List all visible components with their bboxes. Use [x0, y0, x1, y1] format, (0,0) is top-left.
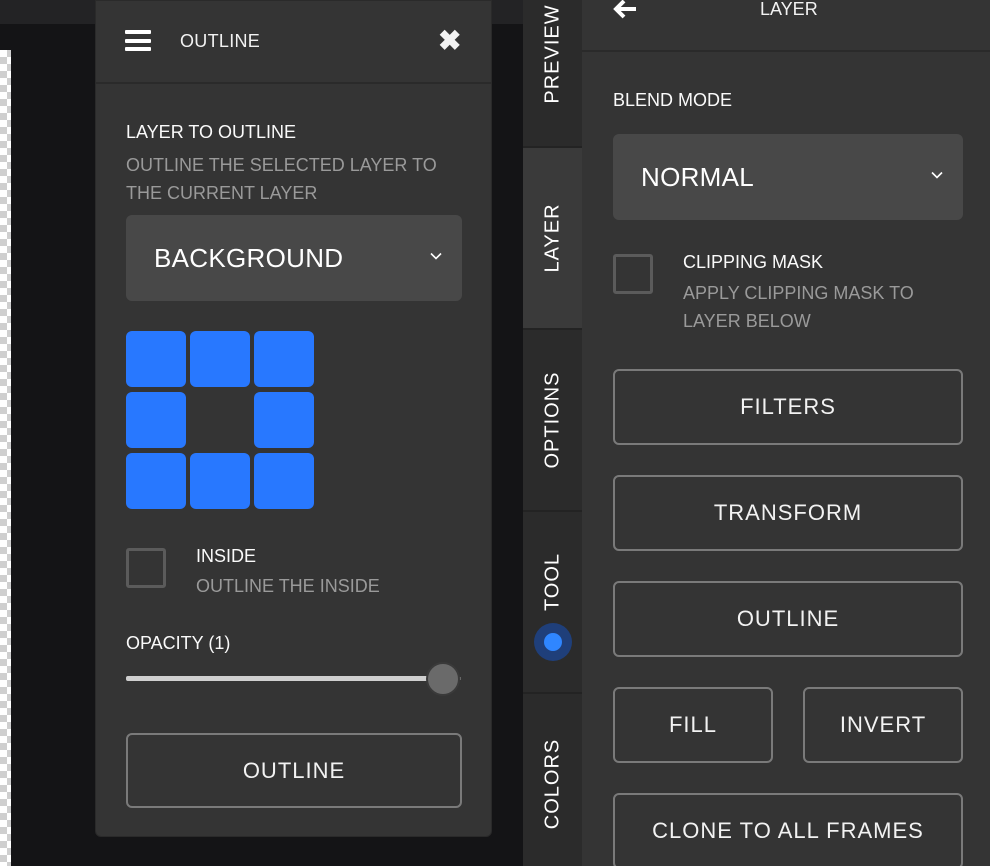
tab-colors[interactable]: COLORS — [523, 694, 582, 866]
clipping-mask-label: CLIPPING MASK — [683, 252, 824, 272]
layer-to-outline-label: LAYER TO OUTLINE — [126, 122, 297, 142]
clipping-mask-description: APPLY CLIPPING MASK TO LAYER BELOW — [683, 283, 914, 331]
dialog-header: OUTLINE ✖ — [96, 1, 491, 84]
canvas-area[interactable] — [0, 50, 11, 866]
layer-select-value: BACKGROUND — [154, 242, 344, 273]
outline-apply-button[interactable]: OUTLINE — [126, 733, 462, 808]
tab-preview-label: PREVIEW — [541, 4, 563, 104]
invert-button[interactable]: INVERT — [803, 687, 963, 763]
layer-panel: LAYER BLEND MODE NORMAL CLIPPING MASK AP… — [582, 0, 990, 866]
active-tool-indicator-icon — [534, 623, 572, 661]
tab-preview[interactable]: PREVIEW — [523, 0, 582, 148]
direction-cell-left[interactable] — [126, 392, 186, 448]
direction-cell-bottom-left[interactable] — [126, 453, 186, 509]
outline-dialog: OUTLINE ✖ LAYER TO OUTLINE OUTLINE THE S… — [95, 0, 492, 837]
clone-to-all-frames-button[interactable]: CLONE TO ALL FRAMES — [613, 793, 963, 866]
direction-cell-top-left[interactable] — [126, 331, 186, 387]
direction-cell-right[interactable] — [254, 392, 314, 448]
tab-colors-label: COLORS — [541, 738, 563, 830]
opacity-slider-track[interactable] — [126, 676, 436, 681]
direction-cell-top[interactable] — [190, 331, 250, 387]
tab-options[interactable]: OPTIONS — [523, 330, 582, 512]
inside-label: INSIDE — [196, 546, 257, 566]
layer-select[interactable]: BACKGROUND — [126, 215, 462, 301]
blend-mode-select[interactable]: NORMAL — [613, 134, 963, 220]
dialog-title: OUTLINE — [180, 31, 261, 51]
back-arrow-icon[interactable] — [612, 0, 638, 24]
chevron-down-icon — [430, 252, 442, 260]
layer-panel-title: LAYER — [760, 0, 818, 19]
outline-direction-grid — [126, 331, 314, 511]
direction-cell-bottom-right[interactable] — [254, 453, 314, 509]
tab-options-label: OPTIONS — [541, 371, 563, 469]
close-icon[interactable]: ✖ — [438, 27, 461, 55]
side-tabs: PREVIEW LAYER OPTIONS TOOL COLORS — [523, 0, 582, 866]
inside-description: OUTLINE THE INSIDE — [196, 576, 380, 596]
clipping-mask-checkbox[interactable] — [613, 254, 653, 294]
direction-cell-top-right[interactable] — [254, 331, 314, 387]
menu-icon[interactable] — [125, 30, 151, 51]
tab-layer[interactable]: LAYER — [523, 148, 582, 330]
transform-button[interactable]: TRANSFORM — [613, 475, 963, 551]
blend-mode-label: BLEND MODE — [613, 90, 733, 110]
tab-layer-label: LAYER — [541, 203, 563, 273]
layer-panel-header: LAYER — [582, 0, 990, 52]
blend-mode-value: NORMAL — [641, 161, 755, 192]
tab-tool[interactable]: TOOL — [523, 512, 582, 694]
inside-checkbox[interactable] — [126, 548, 166, 588]
opacity-label: OPACITY (1) — [126, 633, 231, 653]
filters-button[interactable]: FILTERS — [613, 369, 963, 445]
fill-button[interactable]: FILL — [613, 687, 773, 763]
layer-to-outline-description: OUTLINE THE SELECTED LAYER TO THE CURREN… — [126, 155, 437, 203]
tab-tool-label: TOOL — [541, 552, 563, 612]
chevron-down-icon — [931, 171, 943, 179]
outline-button[interactable]: OUTLINE — [613, 581, 963, 657]
direction-cell-bottom[interactable] — [190, 453, 250, 509]
opacity-slider-thumb[interactable] — [426, 662, 460, 696]
